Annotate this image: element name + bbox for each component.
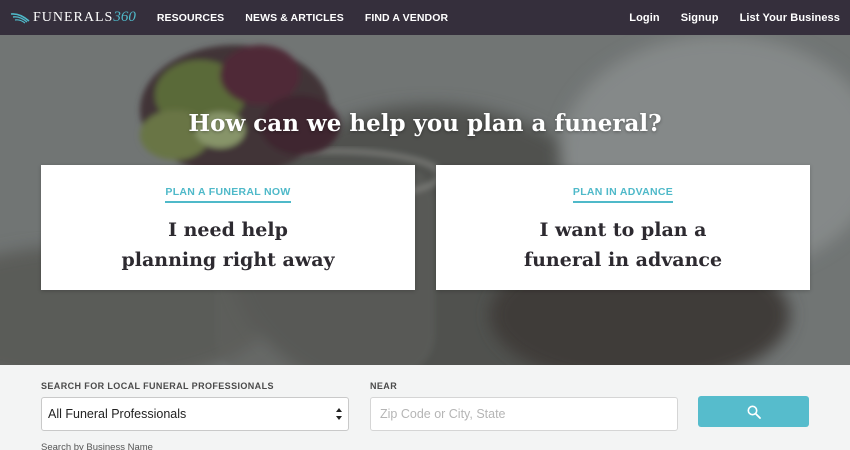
nav-news-articles-link[interactable]: NEWS & ARTICLES xyxy=(245,12,344,24)
plan-now-kicker: PLAN A FUNERAL NOW xyxy=(165,186,291,203)
login-link[interactable]: Login xyxy=(629,12,659,24)
near-input[interactable] xyxy=(370,397,678,431)
logo[interactable]: FUNERALS 360 xyxy=(10,0,136,35)
account-nav: Login Signup List Your Business xyxy=(608,12,840,24)
category-label: SEARCH FOR LOCAL FUNERAL PROFESSIONALS xyxy=(41,381,274,391)
hero-section: How can we help you plan a funeral? PLAN… xyxy=(0,35,850,365)
plan-advance-heading: I want to plan a funeral in advance xyxy=(523,219,723,271)
logo-text: FUNERALS xyxy=(33,9,114,25)
plan-now-card[interactable]: PLAN A FUNERAL NOW I need help planning … xyxy=(41,165,415,290)
hero-title: How can we help you plan a funeral? xyxy=(188,110,662,137)
near-label: NEAR xyxy=(370,381,398,391)
nav-find-vendor-link[interactable]: FIND A VENDOR xyxy=(365,12,448,24)
category-selected-value: All Funeral Professionals xyxy=(48,407,187,421)
plan-now-heading: I need help planning right away xyxy=(121,219,335,271)
primary-nav: RESOURCES NEWS & ARTICLES FIND A VENDOR xyxy=(157,12,469,24)
wing-logo-icon xyxy=(10,12,30,23)
search-section: SEARCH FOR LOCAL FUNERAL PROFESSIONALS N… xyxy=(0,365,850,450)
nav-resources-link[interactable]: RESOURCES xyxy=(157,12,224,24)
plan-advance-card[interactable]: PLAN IN ADVANCE I want to plan a funeral… xyxy=(436,165,810,290)
plan-advance-kicker: PLAN IN ADVANCE xyxy=(572,186,674,203)
signup-link[interactable]: Signup xyxy=(681,12,719,24)
logo-number: 360 xyxy=(113,9,136,25)
category-select[interactable]: All Funeral Professionals xyxy=(41,397,349,431)
list-business-link[interactable]: List Your Business xyxy=(740,12,840,24)
search-button[interactable] xyxy=(698,396,809,427)
search-icon xyxy=(747,405,761,419)
select-arrows-icon xyxy=(336,408,342,420)
top-navigation: FUNERALS 360 RESOURCES NEWS & ARTICLES F… xyxy=(0,0,850,35)
search-by-business-name-link[interactable]: Search by Business Name xyxy=(41,442,153,450)
